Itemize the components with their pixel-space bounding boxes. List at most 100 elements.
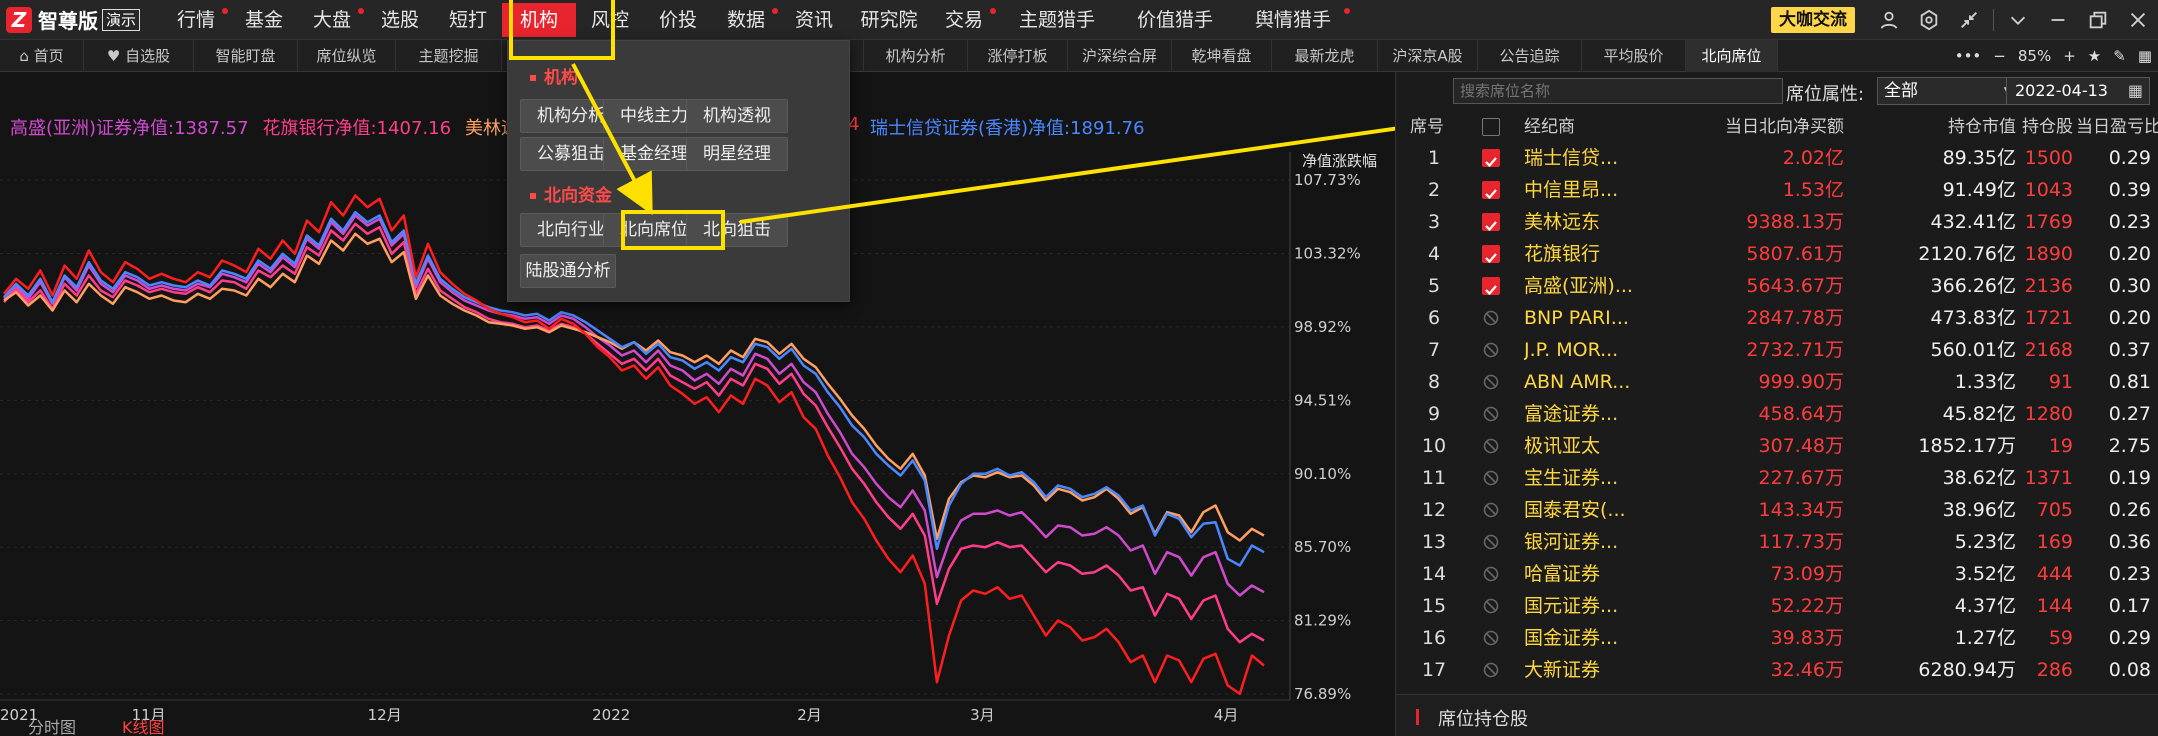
tab-label: 平均股价 [1603, 46, 1664, 65]
tab-2[interactable]: 智能盯盘 [194, 39, 298, 72]
table-row[interactable]: 9 富途证券... 458.64万 45.82亿 1280 0.27 [1396, 398, 2158, 430]
table-row[interactable]: 15 国元证券... 52.22万 4.37亿 144 0.17 [1396, 590, 2158, 622]
seat-search-input[interactable] [1453, 78, 1783, 104]
chevron-down-icon[interactable] [1998, 0, 2038, 40]
disabled-icon[interactable] [1482, 341, 1500, 359]
minimize-icon[interactable] [2038, 0, 2078, 40]
disabled-icon[interactable] [1482, 565, 1500, 583]
zoom-out-button[interactable]: − [1993, 47, 2006, 65]
tab-10[interactable]: 涨停打板 [968, 39, 1068, 72]
menu-item-10[interactable]: 研究院 [848, 0, 930, 40]
net-buy-amount: 1.53亿 [1782, 179, 1844, 201]
table-row[interactable]: 6 BNP PARI... 2847.78万 473.83亿 1721 0.20 [1396, 302, 2158, 334]
table-row[interactable]: 5 高盛(亚洲)... 5643.67万 366.26亿 2136 0.30 [1396, 270, 2158, 302]
tab-17[interactable]: 北向席位 [1686, 39, 1778, 72]
tab-9[interactable]: 机构分析 [864, 39, 968, 72]
tab-16[interactable]: 平均股价 [1582, 39, 1686, 72]
table-row[interactable]: 1 瑞士信贷... 2.02亿 89.35亿 1500 0.29 [1396, 142, 2158, 174]
checked-checkbox[interactable] [1482, 277, 1500, 296]
restore-icon[interactable] [2078, 0, 2118, 40]
disabled-icon[interactable] [1482, 597, 1500, 615]
disabled-icon[interactable] [1482, 629, 1500, 647]
dd-item-5[interactable]: 明星经理 [686, 137, 788, 171]
disabled-icon[interactable] [1482, 533, 1500, 551]
tab-13[interactable]: 最新龙虎 [1272, 39, 1378, 72]
disabled-icon[interactable] [1482, 661, 1500, 679]
menu-item-2[interactable]: 大盘 [298, 0, 366, 40]
broker-name: 高盛(亚洲)... [1524, 275, 1633, 297]
menu-item-8[interactable]: 数据 [712, 0, 780, 40]
settings-icon[interactable] [1909, 0, 1949, 40]
tab-12[interactable]: 乾坤看盘 [1172, 39, 1272, 72]
menu-item-4[interactable]: 短打 [434, 0, 502, 40]
table-row[interactable]: 4 花旗银行 5807.61万 2120.76亿 1890 0.20 [1396, 238, 2158, 270]
tab-label: 涨停打板 [987, 46, 1048, 65]
tab-11[interactable]: 沪深综合屏 [1068, 39, 1172, 72]
tab-3[interactable]: 席位纵览 [298, 39, 396, 72]
tab-kline-chart[interactable]: K线图 [122, 714, 165, 736]
zoom-in-button[interactable]: + [2063, 47, 2076, 65]
table-row[interactable]: 7 J.P. MOR... 2732.71万 560.01亿 2168 0.37 [1396, 334, 2158, 366]
user-icon[interactable] [1869, 0, 1909, 40]
dd-north-item-3[interactable]: 陆股通分析 [520, 254, 616, 288]
checked-checkbox[interactable] [1482, 245, 1500, 264]
tab-time-chart[interactable]: 分时图 [28, 714, 76, 736]
disabled-icon[interactable] [1482, 501, 1500, 519]
table-row[interactable]: 14 哈富证券 73.09万 3.52亿 444 0.23 [1396, 558, 2158, 590]
tab-1[interactable]: ♥ 自选股 [84, 39, 194, 72]
edit-icon[interactable]: ✎ [2113, 47, 2126, 65]
dd-item-2[interactable]: 机构透视 [686, 99, 788, 133]
calendar-icon[interactable]: ▦ [2138, 47, 2152, 65]
more-tabs-icon[interactable]: ••• [1955, 47, 1982, 65]
column-header[interactable]: 当日北向净买额 [1658, 112, 1844, 142]
table-row[interactable]: 13 银河证券... 117.73万 5.23亿 169 0.36 [1396, 526, 2158, 558]
menu-item-12[interactable]: 主题猎手 [998, 0, 1116, 40]
table-row[interactable]: 2 中信里昂... 1.53亿 91.49亿 1043 0.39 [1396, 174, 2158, 206]
disabled-icon[interactable] [1482, 405, 1500, 423]
daka-button[interactable]: 大咖交流 [1771, 7, 1855, 33]
checked-checkbox[interactable] [1482, 181, 1500, 200]
date-picker[interactable]: 2022-04-13 ▦ [2006, 77, 2150, 105]
checked-checkbox[interactable] [1482, 213, 1500, 232]
tab-14[interactable]: 沪深京A股 [1378, 39, 1478, 72]
menu-item-3[interactable]: 选股 [366, 0, 434, 40]
column-header[interactable]: 当日盈亏比 [2076, 112, 2158, 142]
close-icon[interactable] [2118, 0, 2158, 40]
column-header[interactable]: 经纪商 [1524, 112, 1662, 142]
column-header[interactable]: 持仓股 [1976, 112, 2073, 142]
table-row[interactable]: 11 宝生证券... 227.67万 38.62亿 1371 0.19 [1396, 462, 2158, 494]
column-header[interactable]: 席号 [1410, 112, 1450, 142]
chart-view-tabs: 分时图 K线图 [0, 718, 1395, 736]
menu-item-1[interactable]: 基金 [230, 0, 298, 40]
disabled-icon[interactable] [1482, 309, 1500, 327]
menu-item-14[interactable]: 舆情猎手 [1234, 0, 1352, 40]
row-checkbox-cell [1482, 398, 1504, 433]
table-row[interactable]: 3 美林远东 9388.13万 432.41亿 1769 0.23 [1396, 206, 2158, 238]
disabled-icon[interactable] [1482, 437, 1500, 455]
table-row[interactable]: 8 ABN AMR... 999.90万 1.33亿 91 0.81 [1396, 366, 2158, 398]
shrink-icon[interactable] [1949, 0, 1989, 40]
star-icon[interactable]: ★ [2088, 47, 2101, 65]
checked-checkbox[interactable] [1482, 149, 1500, 168]
menu-item-7[interactable]: 价投 [644, 0, 712, 40]
select-all-checkbox[interactable] [1482, 118, 1500, 136]
menu-item-13[interactable]: 价值猎手 [1116, 0, 1234, 40]
menu-item-0[interactable]: 行情 [162, 0, 230, 40]
profit-loss-ratio: 0.30 [2108, 275, 2151, 297]
menu-item-11[interactable]: 交易 [930, 0, 998, 40]
table-row[interactable]: 10 极讯亚太 307.48万 1852.17万 19 2.75 [1396, 430, 2158, 462]
disabled-icon[interactable] [1482, 373, 1500, 391]
row-checkbox-cell [1482, 590, 1504, 625]
tab-4[interactable]: 主题挖掘 [396, 39, 502, 72]
seat-attr-select[interactable]: 全部 ▼ [1877, 77, 2022, 105]
table-row[interactable]: 16 国金证券... 39.83万 1.27亿 59 0.29 [1396, 622, 2158, 654]
table-row[interactable]: 12 国泰君安(... 143.34万 38.96亿 705 0.26 [1396, 494, 2158, 526]
table-row[interactable]: 17 大新证券 32.46万 6280.94万 286 0.08 [1396, 654, 2158, 686]
menu-item-9[interactable]: 资讯 [780, 0, 848, 40]
toolbar-divider [1993, 9, 1994, 31]
tab-15[interactable]: 公告追踪 [1478, 39, 1582, 72]
footer-title[interactable]: 席位持仓股 [1438, 705, 1528, 731]
disabled-icon[interactable] [1482, 469, 1500, 487]
tab-0[interactable]: ⌂ 首页 [0, 39, 84, 72]
app-logo: Z 智尊版 演示 [0, 0, 141, 40]
